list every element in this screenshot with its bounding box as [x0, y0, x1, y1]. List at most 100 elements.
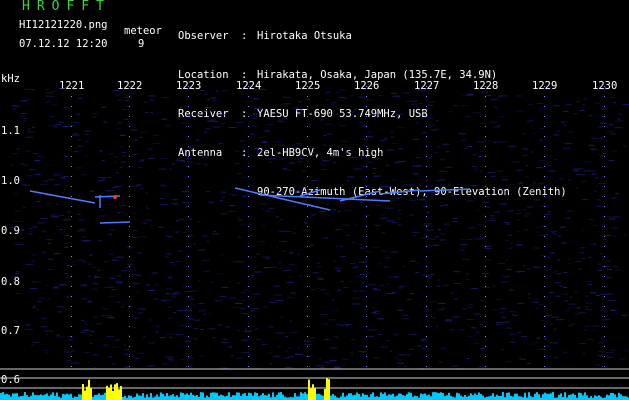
level-bar [156, 394, 158, 400]
level-bar [570, 394, 572, 400]
level-bar [14, 393, 16, 400]
level-bar [408, 392, 410, 400]
level-bar [500, 395, 502, 400]
level-bar [440, 392, 442, 400]
level-bar [432, 392, 434, 400]
level-bar [244, 393, 246, 400]
level-bar [104, 392, 106, 400]
level-bar [170, 395, 172, 400]
info-observer: Observer: Hirotaka Otsuka [178, 30, 352, 42]
level-bar [242, 393, 244, 400]
level-bar [40, 394, 42, 400]
level-bar [560, 393, 562, 400]
level-bar [190, 392, 192, 400]
level-bar [476, 394, 478, 400]
level-bar [404, 395, 406, 400]
level-bar [550, 393, 552, 400]
level-bar [388, 394, 390, 400]
level-bar [382, 393, 384, 400]
level-bar [502, 392, 504, 400]
level-bar [200, 392, 202, 400]
level-bar [22, 396, 24, 400]
level-bar [226, 395, 228, 400]
level-bar [32, 392, 34, 400]
level-bar [434, 392, 436, 400]
level-bar [464, 395, 466, 400]
level-bar [276, 394, 278, 400]
level-bar [422, 394, 424, 400]
level-bar [86, 386, 88, 400]
level-bar [594, 395, 596, 400]
level-bar [490, 395, 492, 400]
level-bar [254, 392, 256, 400]
level-bar [512, 396, 514, 400]
level-bar [400, 393, 402, 400]
level-bar [586, 395, 588, 400]
level-bar [130, 395, 132, 400]
level-bar [606, 394, 608, 400]
level-bar [12, 393, 14, 400]
level-bar [308, 379, 310, 400]
level-bar [74, 396, 76, 400]
level-bar [322, 395, 324, 400]
level-bar [470, 393, 472, 400]
level-bar [598, 395, 600, 400]
level-bar [160, 392, 162, 400]
level-bar [510, 395, 512, 400]
level-bar [552, 392, 554, 400]
level-bar [590, 396, 592, 400]
level-bar [82, 384, 84, 400]
level-bar [222, 395, 224, 400]
level-bar [278, 392, 280, 400]
level-bar [564, 392, 566, 400]
level-bar [36, 395, 38, 400]
level-bar [384, 392, 386, 400]
meteor-echo [379, 189, 421, 195]
level-bar [314, 388, 316, 400]
level-bar [44, 394, 46, 400]
level-bar [116, 383, 118, 400]
level-bar [370, 394, 372, 400]
level-bar [524, 392, 526, 400]
level-bar [272, 392, 274, 400]
level-bar [614, 394, 616, 400]
level-bar [444, 396, 446, 400]
level-bar [488, 396, 490, 400]
level-bar [346, 395, 348, 400]
level-bar [128, 395, 130, 400]
level-bar [296, 396, 298, 400]
level-bar [366, 394, 368, 400]
level-bar [542, 394, 544, 400]
level-bar [96, 394, 98, 400]
level-bar [318, 393, 320, 400]
level-bar [342, 392, 344, 400]
level-bar [20, 396, 22, 400]
level-bar [534, 393, 536, 400]
level-bar [70, 393, 72, 400]
level-bar [300, 392, 302, 400]
level-bar [78, 394, 80, 400]
level-bar [478, 392, 480, 400]
level-bar [456, 392, 458, 400]
level-bar [402, 395, 404, 400]
level-bar [250, 393, 252, 400]
level-bar [16, 393, 18, 400]
level-bar [52, 392, 54, 400]
level-bar [460, 395, 462, 400]
level-bar [64, 394, 66, 400]
level-bar [42, 395, 44, 400]
level-bar [110, 384, 112, 400]
level-bar [202, 392, 204, 400]
level-bar [232, 395, 234, 400]
level-bar [108, 387, 110, 400]
level-bar [264, 395, 266, 400]
level-bar [580, 393, 582, 400]
level-bar [516, 393, 518, 400]
level-bar [496, 394, 498, 400]
level-bar [176, 395, 178, 400]
level-bar [480, 394, 482, 400]
level-bar [350, 393, 352, 400]
level-bar [212, 392, 214, 400]
level-bar [138, 395, 140, 400]
level-bar [312, 384, 314, 400]
